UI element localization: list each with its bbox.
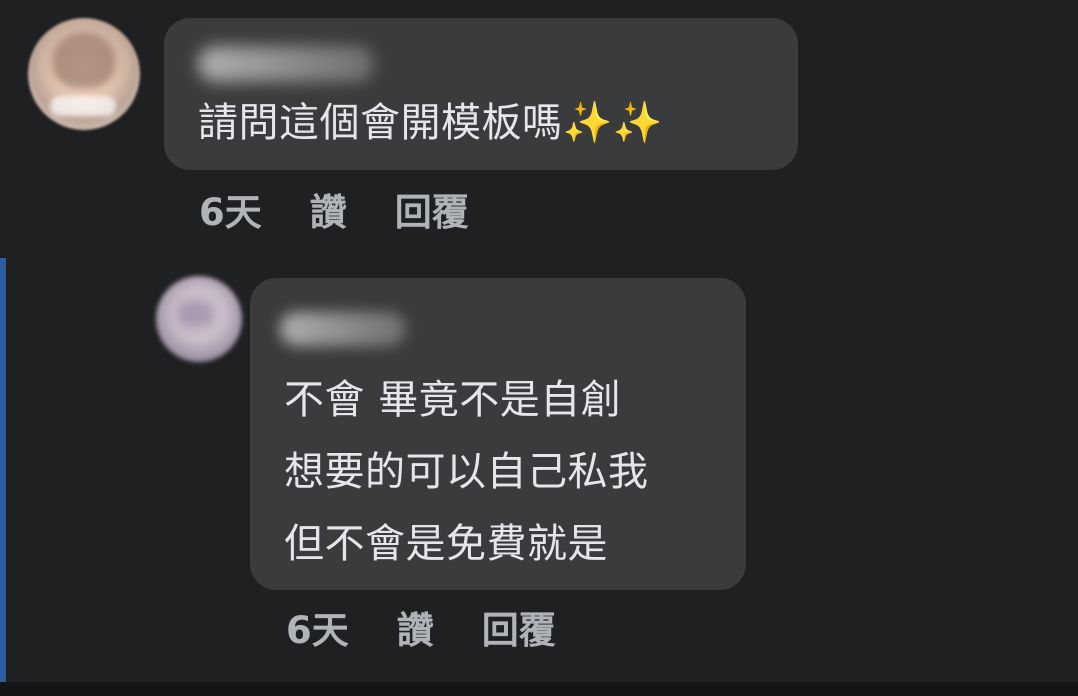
reply-text: 不會 畢竟不是自創 想要的可以自己私我 但不會是免費就是 bbox=[284, 364, 649, 580]
comment-reply-button[interactable]: 回覆 bbox=[395, 194, 469, 231]
comment-thread: 請問這個會開模板嗎✨✨ 6天 讚 回覆 不會 畢竟不是自創 想要的可以自己私我 … bbox=[0, 0, 1078, 696]
comment-author-avatar[interactable] bbox=[28, 18, 140, 130]
comment-item: 請問這個會開模板嗎✨✨ 6天 讚 回覆 bbox=[0, 0, 1078, 258]
reply-text-line: 不會 畢竟不是自創 bbox=[284, 377, 622, 423]
reply-reply-button[interactable]: 回覆 bbox=[482, 612, 556, 649]
bottom-divider bbox=[0, 682, 1078, 696]
reply-bubble: 不會 畢竟不是自創 想要的可以自己私我 但不會是免費就是 bbox=[250, 278, 746, 590]
reply-text-line: 想要的可以自己私我 bbox=[284, 449, 649, 495]
comment-bubble: 請問這個會開模板嗎✨✨ bbox=[164, 18, 798, 170]
reply-meta-row: 6天 讚 回覆 bbox=[286, 612, 556, 649]
comment-text: 請問這個會開模板嗎✨✨ bbox=[198, 100, 664, 146]
comment-author-name[interactable] bbox=[198, 46, 374, 82]
reply-author-avatar[interactable] bbox=[156, 276, 242, 362]
reply-author-name[interactable] bbox=[280, 312, 406, 346]
reply-item: 不會 畢竟不是自創 想要的可以自己私我 但不會是免費就是 6天 讚 回覆 bbox=[0, 258, 1078, 682]
reply-indicator-line bbox=[0, 258, 6, 682]
comment-timestamp[interactable]: 6天 bbox=[199, 194, 262, 231]
reply-text-line: 但不會是免費就是 bbox=[284, 521, 608, 567]
comment-meta-row: 6天 讚 回覆 bbox=[199, 194, 469, 231]
comment-like-button[interactable]: 讚 bbox=[310, 194, 347, 231]
reply-like-button[interactable]: 讚 bbox=[397, 612, 434, 649]
reply-timestamp[interactable]: 6天 bbox=[286, 612, 349, 649]
